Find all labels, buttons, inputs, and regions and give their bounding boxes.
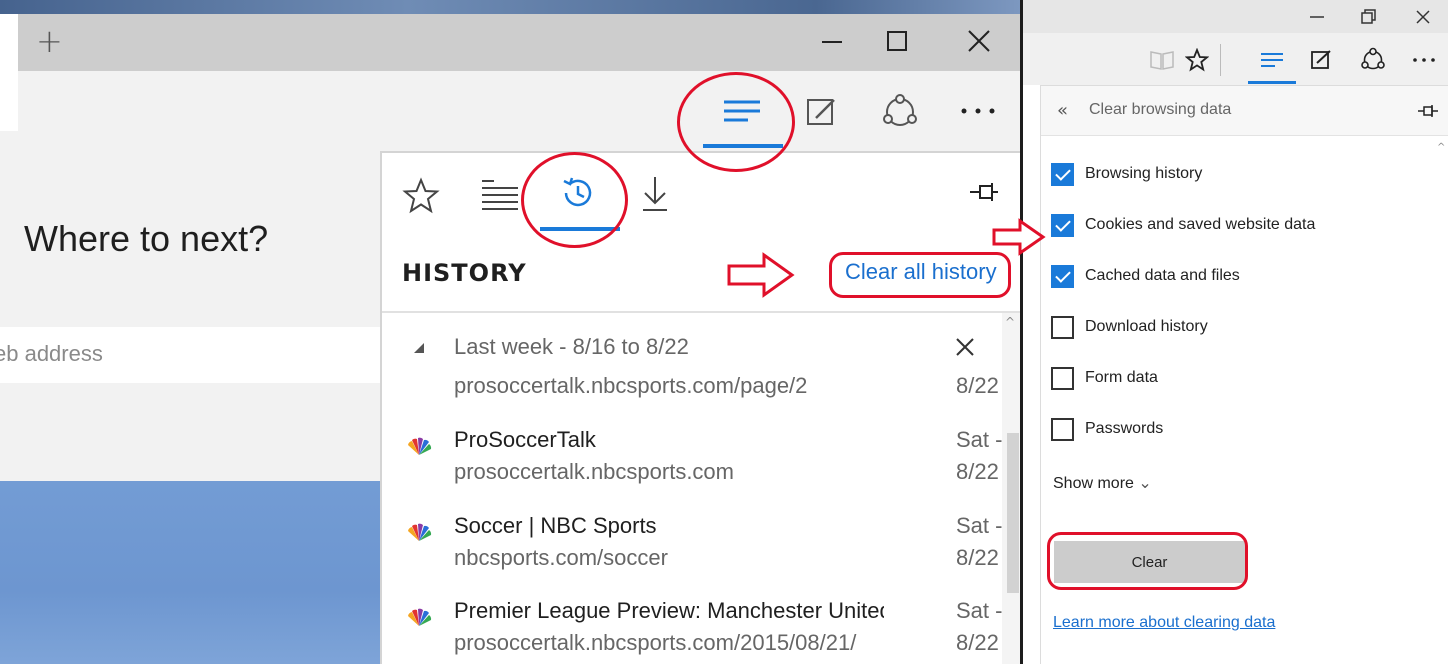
clear-option-label: Cached data and files [1085, 267, 1240, 284]
clear-option-checkbox[interactable] [1051, 316, 1074, 339]
desktop-strip [0, 0, 1020, 14]
hub-active-underline [1248, 81, 1296, 84]
share-icon[interactable] [1360, 47, 1386, 73]
reading-view-icon[interactable] [1149, 49, 1175, 71]
web-note-icon[interactable] [1309, 48, 1333, 72]
toolbar-separator [1220, 44, 1221, 76]
page-heading: Where to next? [24, 218, 269, 259]
annotation-circle-hub [677, 72, 795, 172]
more-icon[interactable] [958, 104, 998, 118]
history-item[interactable]: Premier League Preview: Manchester Unite… [382, 598, 1002, 662]
minimize-icon[interactable] [1307, 7, 1327, 27]
history-item-title: Soccer | NBC Sports [454, 513, 657, 538]
clear-option-label: Form data [1085, 369, 1158, 386]
toolbar-left-gap [0, 71, 18, 131]
clear-option-checkbox[interactable] [1051, 163, 1074, 186]
minimize-icon[interactable] [818, 26, 848, 56]
downloads-icon[interactable] [640, 175, 670, 213]
history-item[interactable]: prosoccertalk.nbcsports.com/page/2 8/22 [382, 373, 1002, 413]
clear-browsing-data-screenshot: « Clear browsing data ^ Browsing history… [1020, 0, 1448, 664]
nbc-peacock-icon [408, 608, 432, 626]
clear-option-row[interactable]: Passwords [1051, 417, 1441, 443]
edge-history-screenshot: + Where to next? eb address HISTORY Clea… [0, 0, 1020, 664]
annotation-arrow-icon [992, 218, 1046, 256]
close-icon[interactable] [1413, 7, 1433, 27]
history-item-day: Sat - [956, 427, 1003, 452]
share-icon[interactable] [880, 92, 920, 132]
show-more-label: Show more [1053, 475, 1134, 492]
annotation-box-clear [1047, 532, 1248, 590]
annotation-arrow-icon [727, 252, 795, 298]
close-icon[interactable] [964, 26, 994, 56]
annotation-circle-history [521, 152, 628, 248]
history-item-title: Premier League Preview: Manchester Unite… [454, 598, 884, 623]
history-item-url: prosoccertalk.nbcsports.com [454, 459, 734, 484]
clear-option-row[interactable]: Cached data and files [1051, 264, 1441, 290]
scroll-thumb[interactable] [1007, 433, 1019, 593]
title-bar [1023, 0, 1448, 33]
nbc-peacock-icon [408, 523, 432, 541]
history-item-url: prosoccertalk.nbcsports.com/page/2 [454, 373, 808, 398]
clear-option-label: Browsing history [1085, 165, 1203, 182]
clear-option-row[interactable]: Browsing history [1051, 162, 1441, 188]
clear-option-label: Download history [1085, 318, 1208, 335]
scroll-up-icon[interactable]: ^ [1437, 142, 1445, 153]
clear-option-checkbox[interactable] [1051, 418, 1074, 441]
web-note-icon[interactable] [804, 94, 840, 130]
remove-group-icon[interactable] [954, 336, 976, 358]
pin-icon[interactable] [968, 181, 1000, 203]
clear-option-row[interactable]: Cookies and saved website data [1051, 213, 1441, 239]
address-placeholder: eb address [0, 341, 103, 366]
collapse-triangle-icon[interactable] [412, 341, 426, 355]
chevron-down-icon: ⌄ [1138, 475, 1152, 492]
reading-list-icon[interactable] [480, 177, 520, 211]
history-title: HISTORY [402, 259, 527, 287]
nbc-peacock-icon [408, 437, 432, 455]
more-icon[interactable] [1411, 56, 1437, 64]
header-divider [382, 311, 1020, 313]
panel-header: « Clear browsing data [1041, 86, 1448, 136]
history-item-date: 8/22 [956, 545, 999, 570]
clear-option-row[interactable]: Form data [1051, 366, 1441, 392]
maximize-icon[interactable] [882, 26, 912, 56]
history-item-url: nbcsports.com/soccer [454, 545, 668, 570]
hub-pane: HISTORY Clear all history ^ Last week - … [380, 151, 1020, 664]
new-tab-icon[interactable]: + [36, 25, 63, 57]
clear-option-row[interactable]: Download history [1051, 315, 1441, 341]
history-item[interactable]: Soccer | NBC Sports nbcsports.com/soccer… [382, 513, 1002, 577]
history-group-label: Last week - 8/16 to 8/22 [454, 334, 689, 359]
history-item-url: prosoccertalk.nbcsports.com/2015/08/21/ [454, 630, 857, 655]
panel-title: Clear browsing data [1089, 101, 1232, 118]
history-item-day: Sat - [956, 513, 1003, 538]
clear-option-label: Passwords [1085, 420, 1164, 437]
tab-bar [18, 14, 1020, 71]
history-item-date: 8/22 [956, 373, 999, 398]
clear-option-label: Cookies and saved website data [1085, 216, 1316, 233]
hub-icon[interactable] [1259, 50, 1285, 70]
background-image [0, 481, 380, 664]
annotation-box-clear-all [829, 252, 1011, 298]
history-item-date: 8/22 [956, 459, 999, 484]
address-input[interactable]: eb address [0, 327, 380, 383]
clear-option-checkbox[interactable] [1051, 367, 1074, 390]
learn-more-link[interactable]: Learn more about clearing data [1053, 614, 1275, 632]
history-item-day: Sat - [956, 598, 1003, 623]
favorite-star-icon[interactable] [1185, 48, 1209, 72]
pin-icon[interactable] [1417, 104, 1439, 118]
history-item-date: 8/22 [956, 630, 999, 655]
back-icon[interactable]: « [1057, 100, 1068, 121]
restore-icon[interactable] [1359, 7, 1379, 27]
browser-toolbar [0, 71, 1020, 151]
show-more-toggle[interactable]: Show more ⌄ [1053, 473, 1152, 493]
history-group-header[interactable]: Last week - 8/16 to 8/22 [382, 333, 1002, 373]
history-item[interactable]: ProSoccerTalk prosoccertalk.nbcsports.co… [382, 427, 1002, 491]
new-tab-page [0, 151, 380, 481]
clear-option-checkbox[interactable] [1051, 265, 1074, 288]
composite-screenshot: + Where to next? eb address HISTORY Clea… [0, 0, 1448, 664]
history-item-title: ProSoccerTalk [454, 427, 596, 452]
favorites-icon[interactable] [402, 177, 440, 215]
clear-option-checkbox[interactable] [1051, 214, 1074, 237]
history-scrollbar[interactable]: ^ [1002, 313, 1020, 664]
scroll-up-icon[interactable]: ^ [1005, 315, 1015, 329]
